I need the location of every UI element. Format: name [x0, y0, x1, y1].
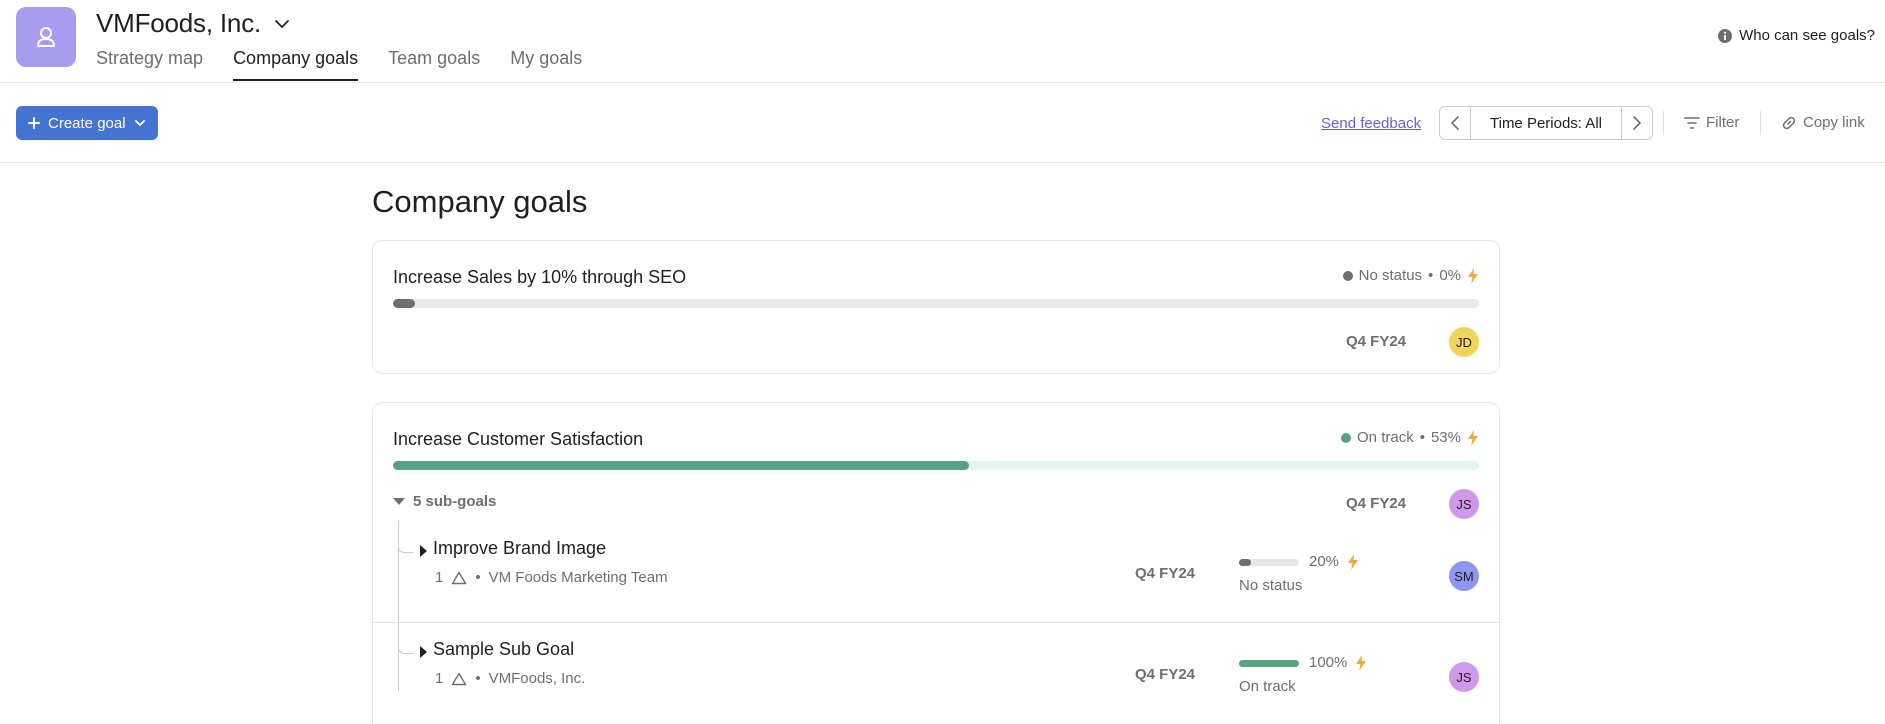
subgoal-status: No status	[1239, 577, 1303, 594]
goal-progress-fill	[393, 461, 969, 470]
filter-button[interactable]: Filter	[1684, 114, 1739, 131]
goal-title[interactable]: Increase Customer Satisfaction	[393, 429, 643, 450]
subgoal-count: 1	[435, 670, 444, 687]
subgoal-time-period: Q4 FY24	[1135, 565, 1196, 582]
who-can-see-label: Who can see goals?	[1739, 27, 1875, 44]
goal-progress-bar	[393, 299, 1479, 308]
chevron-right-icon	[1633, 116, 1641, 130]
separator-dot: •	[1428, 267, 1434, 284]
time-period-selector: Time Periods: All	[1439, 106, 1653, 140]
link-icon	[1782, 116, 1796, 129]
separator-dot: •	[475, 569, 481, 586]
subgoals-count: 5 sub-goals	[413, 493, 497, 510]
chevron-down-icon	[134, 120, 145, 126]
top-header: VMFoods, Inc. Strategy map Company goals…	[0, 0, 1885, 83]
subgoal-title[interactable]: Improve Brand Image	[433, 538, 606, 559]
time-periods-dropdown[interactable]: Time Periods: All	[1471, 106, 1621, 140]
owner-avatar[interactable]: SM	[1449, 561, 1479, 591]
goal-title[interactable]: Increase Sales by 10% through SEO	[393, 267, 686, 288]
next-period-button[interactable]	[1621, 106, 1653, 140]
subgoal-time-period: Q4 FY24	[1135, 666, 1196, 683]
subgoal-progress: 20%	[1309, 553, 1359, 570]
status-text: No status	[1358, 267, 1423, 284]
lightning-icon	[1468, 429, 1478, 446]
toolbar-divider	[1663, 111, 1664, 135]
org-switcher[interactable]: VMFoods, Inc.	[96, 8, 291, 39]
caret-down-icon	[393, 497, 405, 505]
subgoal-row[interactable]: Improve Brand Image 1 • VM Foods Marketi…	[373, 521, 1499, 622]
tab-strategy-map[interactable]: Strategy map	[96, 48, 203, 81]
filter-icon	[1684, 116, 1700, 129]
goal-progress-bar	[393, 461, 1479, 470]
chevron-left-icon	[1451, 116, 1459, 130]
subgoal-count: 1	[435, 569, 444, 586]
subgoal-progress-fill	[1239, 559, 1251, 566]
goal-triangle-icon	[452, 571, 467, 584]
goal-status: On track • 53%	[1341, 429, 1479, 446]
goal-card[interactable]: Increase Customer Satisfaction On track …	[372, 402, 1500, 724]
subgoal-progress-bar	[1239, 559, 1299, 566]
org-name: VMFoods, Inc.	[96, 8, 262, 38]
progress-percent: 53%	[1430, 429, 1461, 446]
lightning-icon	[1348, 553, 1359, 570]
separator-dot: •	[475, 670, 481, 687]
progress-percent: 0%	[1439, 267, 1461, 284]
subgoal-team: VMFoods, Inc.	[488, 670, 586, 687]
goal-status: No status • 0%	[1342, 267, 1479, 284]
filter-label: Filter	[1706, 114, 1740, 131]
toolbar: Create goal Send feedback Time Periods: …	[0, 83, 1885, 163]
chevron-down-icon[interactable]	[273, 15, 291, 33]
subgoals-toggle[interactable]: 5 sub-goals	[393, 493, 496, 510]
info-icon	[1718, 28, 1733, 43]
org-avatar[interactable]	[16, 7, 76, 67]
create-goal-label: Create goal	[48, 114, 126, 132]
tab-my-goals[interactable]: My goals	[510, 48, 582, 81]
subgoal-row[interactable]: Sample Sub Goal 1 • VMFoods, Inc. Q4 FY2…	[373, 622, 1499, 723]
goals-tabs: Strategy map Company goals Team goals My…	[96, 48, 582, 81]
subgoal-progress: 100%	[1309, 654, 1367, 671]
goal-card[interactable]: Increase Sales by 10% through SEO No sta…	[372, 240, 1500, 374]
goal-progress-fill	[393, 299, 415, 308]
send-feedback-link[interactable]: Send feedback	[1321, 115, 1421, 132]
create-goal-button[interactable]: Create goal	[16, 106, 158, 140]
status-dot	[1341, 432, 1352, 443]
goal-triangle-icon	[452, 672, 467, 685]
separator-dot: •	[1419, 429, 1425, 446]
subgoal-team: VM Foods Marketing Team	[488, 569, 668, 586]
subgoal-percent: 20%	[1309, 553, 1340, 570]
subgoal-branch	[398, 541, 414, 553]
owner-avatar[interactable]: JS	[1449, 489, 1479, 519]
plus-icon	[28, 117, 40, 129]
status-dot	[1342, 270, 1353, 281]
subgoal-meta: 1 • VMFoods, Inc.	[435, 670, 585, 687]
copy-link-button[interactable]: Copy link	[1781, 114, 1865, 131]
tab-team-goals[interactable]: Team goals	[388, 48, 480, 81]
goal-time-period: Q4 FY24	[1346, 495, 1407, 512]
subgoal-branch	[398, 642, 414, 654]
toolbar-divider	[1760, 111, 1761, 135]
tab-company-goals[interactable]: Company goals	[233, 48, 359, 81]
subgoal-status: On track	[1239, 678, 1296, 695]
owner-avatar[interactable]: JS	[1449, 662, 1479, 692]
caret-right-icon[interactable]	[418, 645, 430, 659]
caret-right-icon[interactable]	[418, 544, 430, 558]
who-can-see-goals-link[interactable]: Who can see goals?	[1717, 27, 1875, 44]
owner-avatar[interactable]: JD	[1449, 327, 1479, 357]
subgoal-title[interactable]: Sample Sub Goal	[433, 639, 574, 660]
subgoal-progress-fill	[1239, 660, 1299, 667]
user-outline-icon	[37, 27, 55, 47]
page-title: Company goals	[372, 184, 588, 219]
lightning-icon	[1468, 267, 1478, 284]
copy-link-label: Copy link	[1803, 114, 1865, 131]
subgoal-progress-bar	[1239, 660, 1299, 667]
status-text: On track	[1357, 429, 1414, 446]
subgoal-percent: 100%	[1309, 654, 1348, 671]
subgoal-meta: 1 • VM Foods Marketing Team	[435, 569, 668, 586]
lightning-icon	[1356, 654, 1367, 671]
goal-time-period: Q4 FY24	[1346, 333, 1407, 350]
previous-period-button[interactable]	[1439, 106, 1471, 140]
